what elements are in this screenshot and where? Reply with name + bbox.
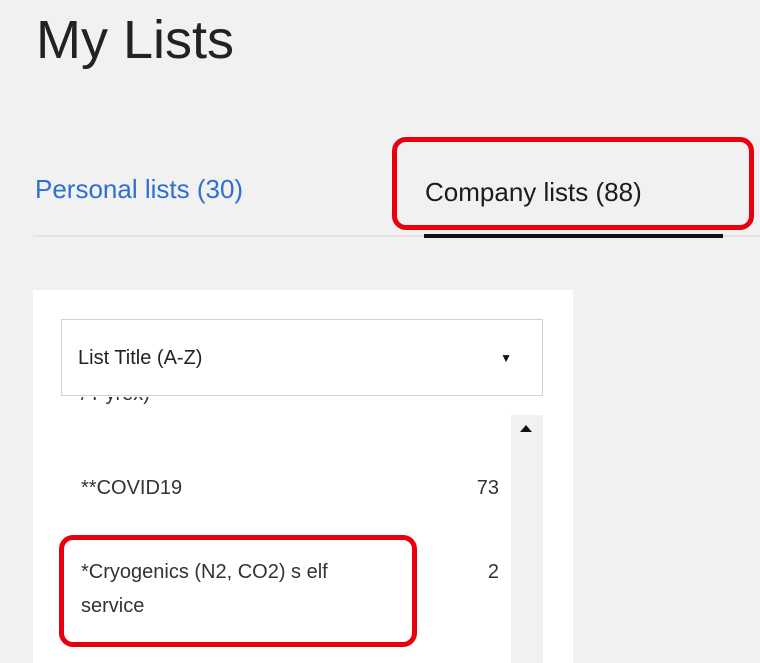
sort-selected-value: List Title (A-Z) <box>78 347 203 369</box>
scroll-up-arrow-icon[interactable] <box>520 425 532 432</box>
list-item-title: *Cryogenics (N2, CO2) s elf service <box>81 561 328 617</box>
list-scrollbar[interactable] <box>511 415 543 663</box>
list-item-count: 73 <box>476 477 499 499</box>
list-item-title: / Pyrex) <box>81 397 150 411</box>
list-item-count: 2 <box>487 561 499 583</box>
tab-company-lists[interactable]: Company lists (88) <box>425 176 642 208</box>
sort-select[interactable]: List Title (A-Z) ▼ <box>61 319 543 396</box>
page-title: My Lists <box>36 10 235 70</box>
tab-personal-lists[interactable]: Personal lists (30) <box>35 173 243 205</box>
list-viewport: / Pyrex) **COVID19 73 *Cryogenics (N2, C… <box>61 397 543 663</box>
lists-panel: List Title (A-Z) ▼ / Pyrex) **COVID19 73… <box>33 290 573 663</box>
active-tab-underline <box>424 234 723 238</box>
caret-down-icon: ▼ <box>500 351 512 365</box>
list-item-title: **COVID19 <box>81 477 183 499</box>
